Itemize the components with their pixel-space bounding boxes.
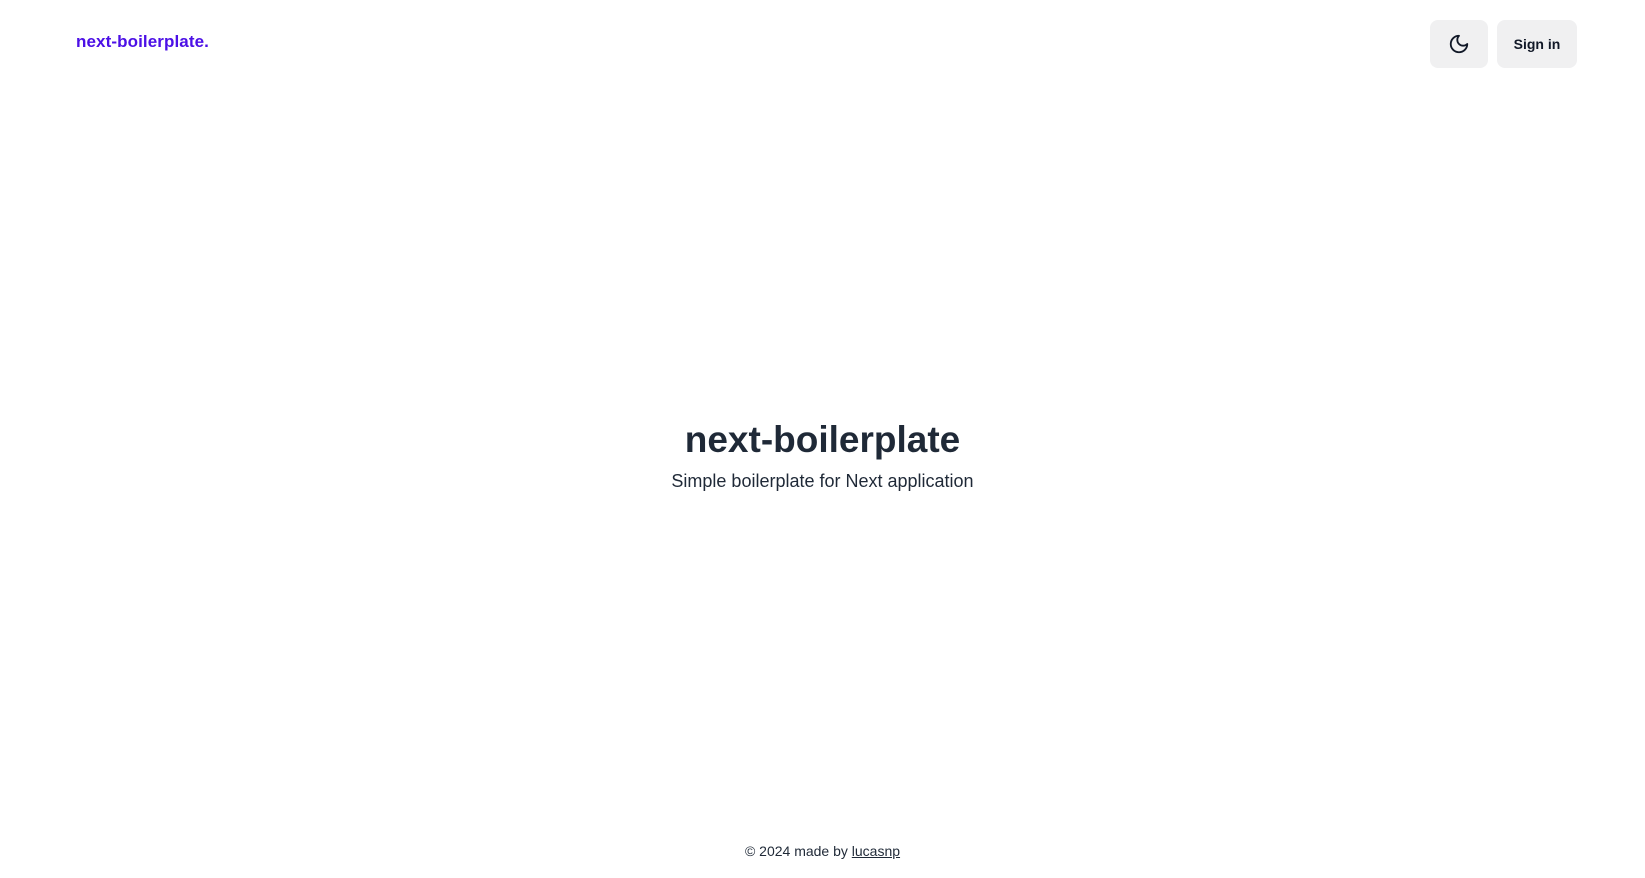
hero-title: next-boilerplate <box>684 419 961 460</box>
moon-icon <box>1448 33 1470 55</box>
site-header: next-boilerplate. Sign in <box>0 0 1645 88</box>
site-footer: © 2024 made by lucasnp <box>0 843 1645 859</box>
author-link[interactable]: lucasnp <box>852 843 900 859</box>
hero-section: next-boilerplate Simple boilerplate for … <box>0 419 1645 492</box>
footer-copyright-text: © 2024 made by <box>744 843 852 859</box>
logo-link[interactable]: next-boilerplate. <box>76 32 209 52</box>
page: next-boilerplate. Sign in next-boilerpla… <box>0 0 1645 878</box>
sign-in-button[interactable]: Sign in <box>1497 20 1577 68</box>
theme-toggle-button[interactable] <box>1430 20 1488 68</box>
hero-subtitle: Simple boilerplate for Next application <box>671 470 974 491</box>
